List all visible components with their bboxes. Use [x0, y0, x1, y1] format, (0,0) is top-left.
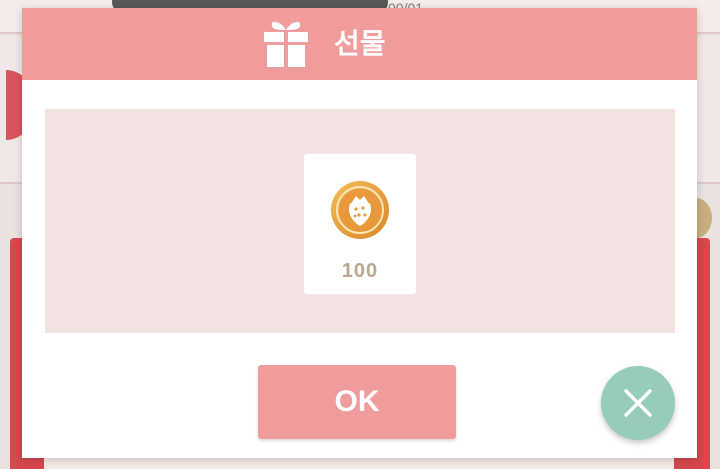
reward-amount: 100: [341, 260, 379, 282]
strawberry-coin-icon: [331, 181, 389, 239]
gift-icon: [264, 21, 308, 67]
reward-area: 100: [45, 109, 675, 333]
reward-item-card: 100: [304, 154, 416, 294]
close-icon: [624, 389, 652, 417]
close-button[interactable]: [601, 366, 675, 440]
dialog-title: 선물: [334, 27, 386, 60]
dialog-header: 선물: [22, 8, 697, 80]
gift-dialog: 선물 100 OK: [22, 8, 697, 458]
ok-button[interactable]: OK: [258, 365, 456, 439]
